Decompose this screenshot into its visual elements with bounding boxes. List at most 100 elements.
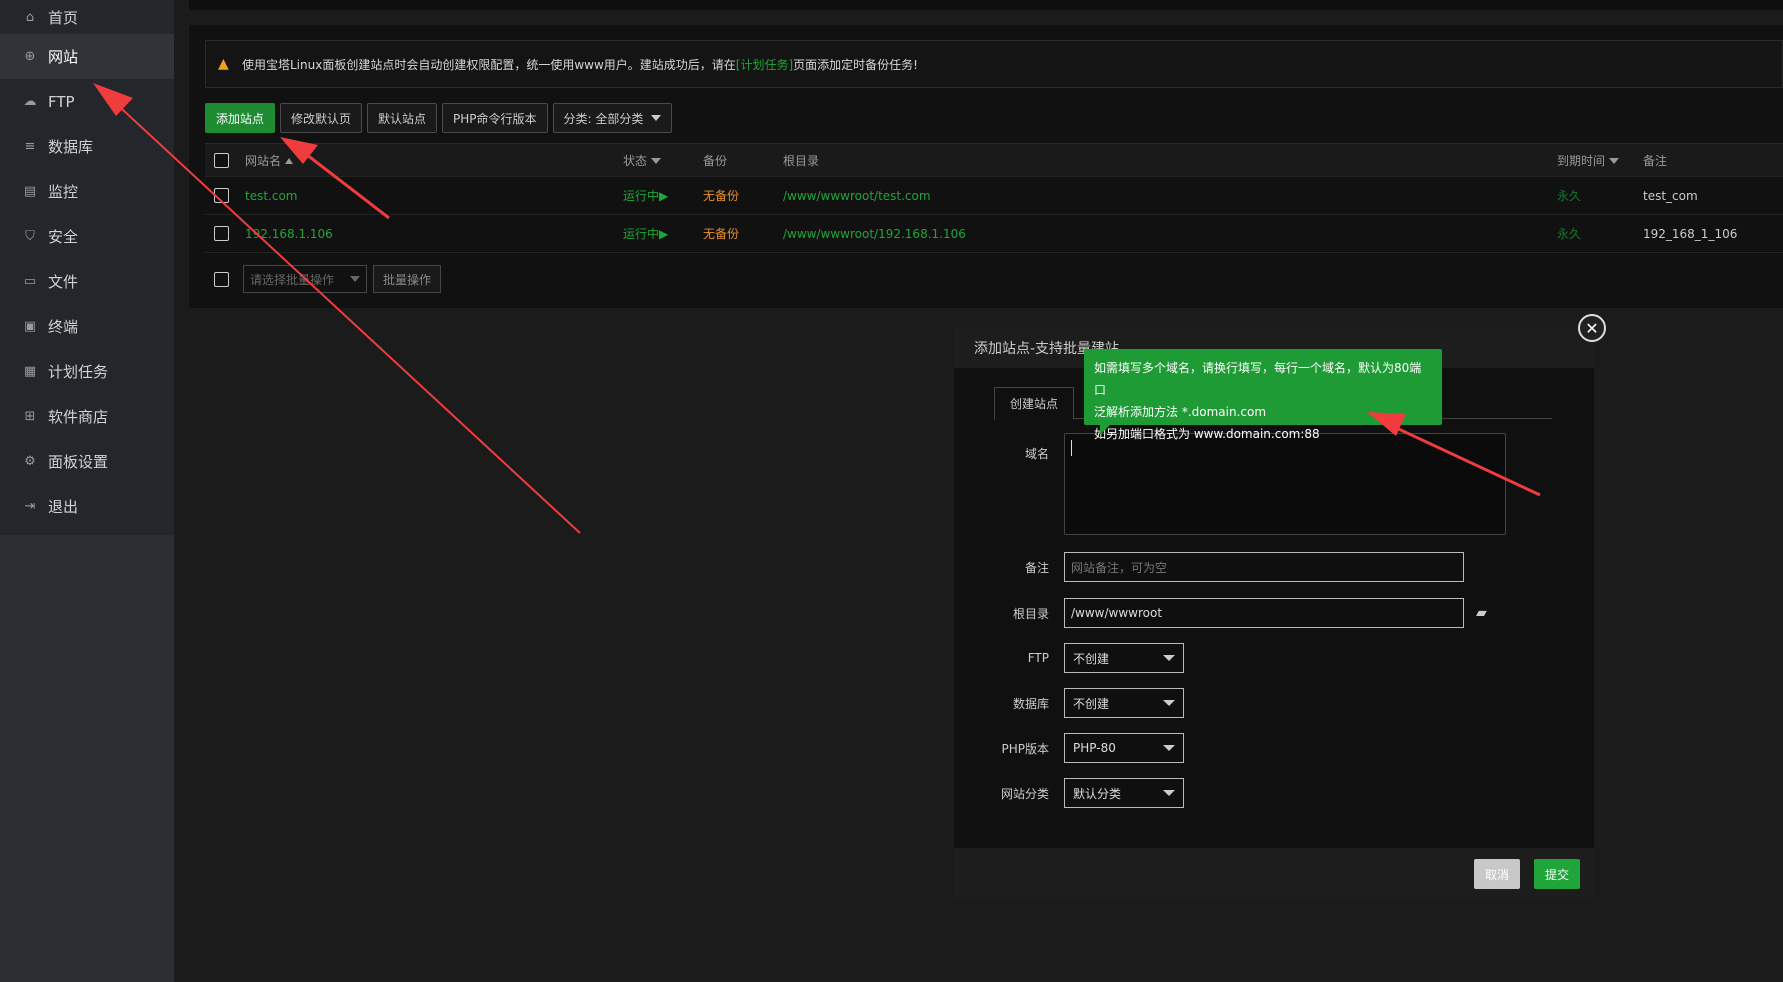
category-row: 网站分类 默认分类 <box>954 778 1184 808</box>
sidebar-item-database[interactable]: ≡ 数据库 <box>0 124 174 169</box>
sidebar-item-files[interactable]: ▭ 文件 <box>0 259 174 304</box>
sidebar-nav: ⌂ 首页 ⊕ 网站 ☁ FTP ≡ 数据库 ▤ 监控 ⛉ 安全 ▭ 文件 ▣ 终端 ▦ 计划任务 … <box>0 0 174 535</box>
backup-link[interactable]: 无备份 <box>703 225 739 242</box>
add-site-button[interactable]: 添加站点 <box>205 103 276 133</box>
header-status[interactable]: 状态 <box>623 152 662 169</box>
sidebar-item-ftp[interactable]: ☁ FTP <box>0 79 174 124</box>
default-site-button[interactable]: 默认站点 <box>367 103 438 133</box>
sidebar-item-home[interactable]: ⌂ 首页 <box>0 0 174 34</box>
php-label: PHP版本 <box>1001 741 1050 756</box>
domain-row: 域名 <box>954 433 1506 535</box>
sort-desc-icon <box>651 158 662 164</box>
domain-help-tooltip: 如需填写多个域名，请换行填写，每行一个域名，默认为80端口 泛解析添加方法 *.… <box>1084 349 1442 441</box>
home-icon: ⌂ <box>25 9 35 25</box>
category-select[interactable]: 分类: 全部分类 <box>552 103 673 133</box>
status-toggle[interactable]: 运行中▶ <box>623 187 668 204</box>
table-row: 192.168.1.106 运行中▶ 无备份 /www/wwwroot/192.… <box>205 215 1783 253</box>
domain-label: 域名 <box>1024 447 1049 461</box>
site-list-panel: ▲ 使用宝塔Linux面板创建站点时会自动创建权限配置，统一使用www用户。建站… <box>189 25 1783 308</box>
site-category-select[interactable]: 默认分类 <box>1064 778 1184 808</box>
tab-create-site[interactable]: 创建站点 <box>994 387 1075 420</box>
batch-action-button[interactable]: 批量操作 <box>373 265 442 293</box>
toolbar: 添加站点 修改默认页 默认站点 PHP命令行版本 分类: 全部分类 <box>205 103 673 133</box>
root-label: 根目录 <box>1012 606 1049 621</box>
ftp-icon: ☁ <box>23 94 37 109</box>
header-backup: 备份 <box>703 153 728 168</box>
domain-textarea[interactable] <box>1064 433 1506 535</box>
sidebar-item-logout[interactable]: ⇥ 退出 <box>0 484 174 529</box>
root-row: 根目录 /www/wwwroot ▰ <box>954 598 1487 628</box>
sidebar-item-cron[interactable]: ▦ 计划任务 <box>0 349 174 394</box>
sidebar-item-security[interactable]: ⛉ 安全 <box>0 214 174 259</box>
sidebar-item-label: FTP <box>48 92 75 111</box>
tooltip-line: 如需填写多个域名，请换行填写，每行一个域名，默认为80端口 <box>1094 361 1422 397</box>
header-expire[interactable]: 到期时间 <box>1557 152 1620 169</box>
cancel-button[interactable]: 取消 <box>1473 859 1520 889</box>
header-name[interactable]: 网站名 <box>245 152 294 169</box>
folder-icon: ▭ <box>23 274 37 289</box>
database-select[interactable]: 不创建 <box>1064 688 1184 718</box>
row-checkbox[interactable] <box>214 226 229 241</box>
site-name-link[interactable]: test.com <box>245 189 298 203</box>
grid-icon: ⊞ <box>24 409 36 424</box>
edit-default-page-button[interactable]: 修改默认页 <box>280 103 363 133</box>
sidebar-item-terminal[interactable]: ▣ 终端 <box>0 304 174 349</box>
sidebar-item-label: 面板设置 <box>48 453 109 471</box>
calendar-icon: ▦ <box>23 364 37 379</box>
status-toggle[interactable]: 运行中▶ <box>623 225 668 242</box>
note-input[interactable]: 网站备注，可为空 <box>1064 552 1464 582</box>
header-status-label: 状态 <box>623 153 648 168</box>
tooltip-line: 泛解析添加方法 *.domain.com <box>1094 405 1267 419</box>
sidebar-item-monitor[interactable]: ▤ 监控 <box>0 169 174 214</box>
submit-button[interactable]: 提交 <box>1533 859 1580 889</box>
root-dir-link[interactable]: /www/wwwroot/192.168.1.106 <box>783 227 966 241</box>
header-name-label: 网站名 <box>245 153 282 168</box>
select-all-checkbox[interactable] <box>214 152 229 168</box>
php-version-select[interactable]: PHP-80 <box>1064 733 1184 763</box>
header-root: 根目录 <box>783 153 820 168</box>
root-dir-link[interactable]: /www/wwwroot/test.com <box>783 189 931 203</box>
note-value[interactable]: test_com <box>1643 189 1698 203</box>
tooltip-line: 如另加端口格式为 www.domain.com:88 <box>1094 427 1320 441</box>
cron-link[interactable]: [计划任务] <box>736 56 793 73</box>
ftp-select-value: 不创建 <box>1073 651 1110 666</box>
backup-link[interactable]: 无备份 <box>703 187 739 204</box>
logout-icon: ⇥ <box>24 499 36 514</box>
php-select-value: PHP-80 <box>1073 741 1116 755</box>
category-select-label: 分类: 全部分类 <box>563 111 644 126</box>
site-name-link[interactable]: 192.168.1.106 <box>245 227 333 241</box>
header-expire-label: 到期时间 <box>1557 153 1606 168</box>
root-dir-input[interactable]: /www/wwwroot <box>1064 598 1464 628</box>
folder-open-icon[interactable]: ▰ <box>1476 605 1487 621</box>
batch-action-select[interactable]: 请选择批量操作 <box>243 265 367 293</box>
sidebar-item-label: 软件商店 <box>48 408 109 426</box>
sidebar-item-store[interactable]: ⊞ 软件商店 <box>0 394 174 439</box>
php-cli-version-button[interactable]: PHP命令行版本 <box>442 103 548 133</box>
row-checkbox[interactable] <box>214 188 229 203</box>
notice-bar: ▲ 使用宝塔Linux面板创建站点时会自动创建权限配置，统一使用www用户。建站… <box>205 40 1783 88</box>
header-note: 备注 <box>1643 153 1668 168</box>
table-row: test.com 运行中▶ 无备份 /www/wwwroot/test.com … <box>205 177 1783 215</box>
sidebar-item-settings[interactable]: ⚙ 面板设置 <box>0 439 174 484</box>
sidebar-item-label: 退出 <box>48 498 79 516</box>
close-icon[interactable]: ✕ <box>1578 314 1606 342</box>
batch-select-checkbox[interactable] <box>214 271 229 287</box>
database-select-value: 不创建 <box>1073 696 1110 711</box>
expire-link[interactable]: 永久 <box>1557 187 1581 204</box>
chevron-down-icon <box>1163 790 1175 796</box>
batch-action-placeholder: 请选择批量操作 <box>250 272 335 287</box>
sidebar-item-website[interactable]: ⊕ 网站 <box>0 34 174 79</box>
sidebar-item-label: 安全 <box>48 228 79 246</box>
note-value[interactable]: 192_168_1_106 <box>1643 227 1737 241</box>
category-label: 网站分类 <box>1000 786 1049 801</box>
sidebar-item-label: 监控 <box>48 183 79 201</box>
sort-desc-icon <box>1609 158 1620 164</box>
text-cursor <box>1071 440 1072 456</box>
database-label: 数据库 <box>1012 696 1049 711</box>
warning-icon: ▲ <box>218 56 229 72</box>
chevron-down-icon <box>1163 655 1175 661</box>
expire-link[interactable]: 永久 <box>1557 225 1581 242</box>
table-header: 网站名 状态 备份 根目录 到期时间 备注 <box>205 143 1783 177</box>
ftp-label: FTP <box>1027 651 1049 665</box>
ftp-select[interactable]: 不创建 <box>1064 643 1184 673</box>
